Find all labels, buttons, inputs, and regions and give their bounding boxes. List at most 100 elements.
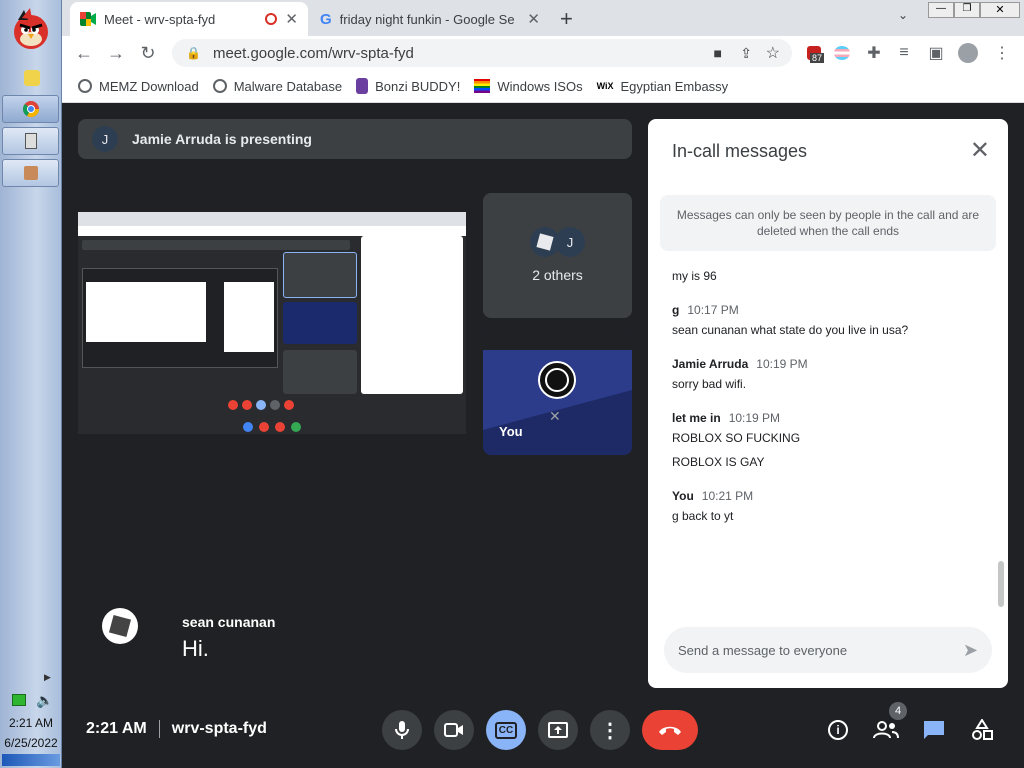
taskbar-chrome-button[interactable] (2, 95, 59, 123)
presenting-text: Jamie Arruda is presenting (132, 131, 312, 147)
message-sender: let me in (672, 411, 721, 425)
globe-icon (78, 79, 92, 93)
bookmarks-bar: MEMZ Download Malware Database Bonzi BUD… (62, 70, 1024, 103)
meeting-info: 2:21 AM wrv-spta-fyd (86, 720, 267, 738)
participants-count-badge: 4 (889, 702, 907, 720)
bookmark-malware-database[interactable]: Malware Database (212, 78, 343, 94)
tab-title: friday night funkin - Google Se (339, 11, 515, 27)
hang-up-icon (659, 726, 681, 735)
back-arrow-icon[interactable]: ← (70, 39, 98, 67)
message-group: You 10:21 PM g back to yt (672, 489, 992, 523)
lock-icon: 🔒 (186, 46, 201, 60)
meet-stage: J Jamie Arruda is presenting J 2 others … (62, 103, 1024, 768)
bookmark-bonzi-buddy[interactable]: Bonzi BUDDY! (356, 78, 460, 94)
share-icon[interactable]: ⇪ (740, 45, 752, 62)
network-icon[interactable] (12, 694, 26, 706)
extensions-puzzle-icon[interactable]: ✚ (860, 39, 888, 67)
tray-expand-icon[interactable]: ▶ (44, 672, 51, 683)
camera-button[interactable] (434, 710, 474, 750)
bookmark-memz[interactable]: MEMZ Download (78, 79, 199, 94)
camera-icon[interactable]: ■ (714, 45, 722, 61)
folder-icon[interactable] (24, 70, 40, 86)
show-desktop-button[interactable] (2, 754, 60, 766)
self-tile[interactable]: You ✕ (483, 330, 632, 455)
window-controls: — ❐ ✕ (928, 2, 1020, 18)
meeting-details-button[interactable]: i (820, 712, 856, 748)
maximize-button[interactable]: ❐ (954, 2, 980, 18)
close-tab-icon[interactable]: ✕ (527, 10, 540, 28)
video-camera-icon (444, 723, 463, 737)
address-bar[interactable]: 🔒 meet.google.com/wrv-spta-fyd ■ ⇪ ☆ (172, 39, 792, 67)
extension-flag-icon[interactable] (828, 39, 856, 67)
close-chat-icon[interactable]: ✕ (970, 139, 990, 163)
new-tab-button[interactable]: + (560, 6, 573, 32)
star-bookmark-icon[interactable]: ☆ (766, 43, 780, 63)
present-button[interactable] (538, 710, 578, 750)
start-button-angry-bird-icon[interactable] (8, 6, 54, 52)
bonzi-icon (356, 78, 369, 94)
activities-button[interactable] (964, 712, 1000, 748)
forward-arrow-icon[interactable]: → (102, 39, 130, 67)
bookmark-egyptian-embassy[interactable]: WiX Egyptian Embassy (597, 79, 729, 94)
minimize-button[interactable]: — (928, 2, 954, 18)
self-video (483, 350, 632, 430)
tab-title: Meet - wrv-spta-fyd (104, 11, 216, 27)
message-input-placeholder: Send a message to everyone (678, 642, 848, 658)
reload-icon[interactable]: ↻ (134, 39, 162, 67)
side-panel-icon[interactable]: ▣ (922, 39, 950, 67)
bookmark-label: Malware Database (233, 78, 343, 94)
message-sender: You (672, 489, 694, 503)
google-icon: G (320, 10, 332, 28)
tray-time[interactable]: 2:21 AM (0, 716, 62, 730)
present-screen-icon (548, 722, 568, 738)
chat-button[interactable] (916, 712, 952, 748)
message-text: sean cunanan what state do you live in u… (672, 323, 909, 337)
captions-button[interactable]: CC (486, 710, 526, 750)
close-window-button[interactable]: ✕ (980, 2, 1020, 18)
bookmark-windows-isos[interactable]: Windows ISOs (474, 79, 583, 94)
end-call-button[interactable] (642, 710, 698, 750)
extension-badge: 87 (810, 53, 825, 63)
message-time: 10:21 PM (701, 489, 754, 503)
media-control-icon[interactable]: ≡ (890, 39, 918, 67)
chat-bubble-icon (924, 721, 944, 739)
taskbar-app-button-2[interactable] (2, 159, 59, 187)
bookmark-label: MEMZ Download (99, 78, 199, 94)
microphone-button[interactable] (382, 710, 422, 750)
globe-icon (212, 79, 227, 93)
computer-icon (25, 133, 37, 149)
message-input[interactable]: Send a message to everyone ➤ (664, 627, 992, 673)
message-time: 10:19 PM (728, 411, 781, 425)
presenter-avatar: J (92, 126, 118, 152)
profile-avatar-icon[interactable] (954, 39, 982, 67)
message-text: g back to yt (672, 509, 734, 523)
send-icon[interactable]: ➤ (963, 640, 978, 661)
browser-toolbar: ← → ↻ 🔒 meet.google.com/wrv-spta-fyd ■ ⇪… (62, 36, 1024, 70)
presenting-banner: J Jamie Arruda is presenting (78, 119, 632, 159)
close-tab-icon[interactable]: ✕ (285, 10, 298, 28)
self-label: You (499, 424, 523, 439)
volume-icon[interactable]: 🔈 (36, 692, 53, 709)
message-text: my is 96 (672, 269, 717, 283)
message-time: 10:17 PM (687, 303, 739, 317)
taskbar-app-button[interactable] (2, 127, 59, 155)
tab-google-search[interactable]: G friday night funkin - Google Se ✕ (310, 2, 550, 36)
participants-button[interactable]: 4 (868, 702, 907, 748)
more-vert-icon: ⋮ (600, 719, 620, 742)
message-group: let me in 10:19 PM ROBLOX SO FUCKING ROBL… (672, 411, 992, 469)
tab-meet[interactable]: Meet - wrv-spta-fyd ✕ (70, 2, 308, 36)
menu-kebab-icon[interactable]: ⋮ (988, 39, 1016, 67)
meet-controls-bar: 2:21 AM wrv-spta-fyd CC ⋮ i 4 (62, 698, 1024, 768)
message-sender: g (672, 303, 680, 317)
bookmark-label: Bonzi BUDDY! (375, 78, 461, 94)
chat-scrollbar[interactable] (998, 561, 1004, 607)
shared-screen[interactable] (78, 212, 466, 434)
message-list: my is 96 g 10:17 PM sean cunanan what sta… (672, 269, 992, 543)
camera-off-icon: ✕ (549, 408, 561, 424)
extension-adblock-icon[interactable]: 87 (800, 39, 828, 67)
message-text: ROBLOX SO FUCKING (672, 431, 801, 445)
others-tile[interactable]: J 2 others (483, 193, 632, 318)
tab-search-chevron-icon[interactable]: ⌄ (898, 8, 908, 22)
more-options-button[interactable]: ⋮ (590, 710, 630, 750)
tray-date[interactable]: 6/25/2022 (0, 736, 62, 750)
